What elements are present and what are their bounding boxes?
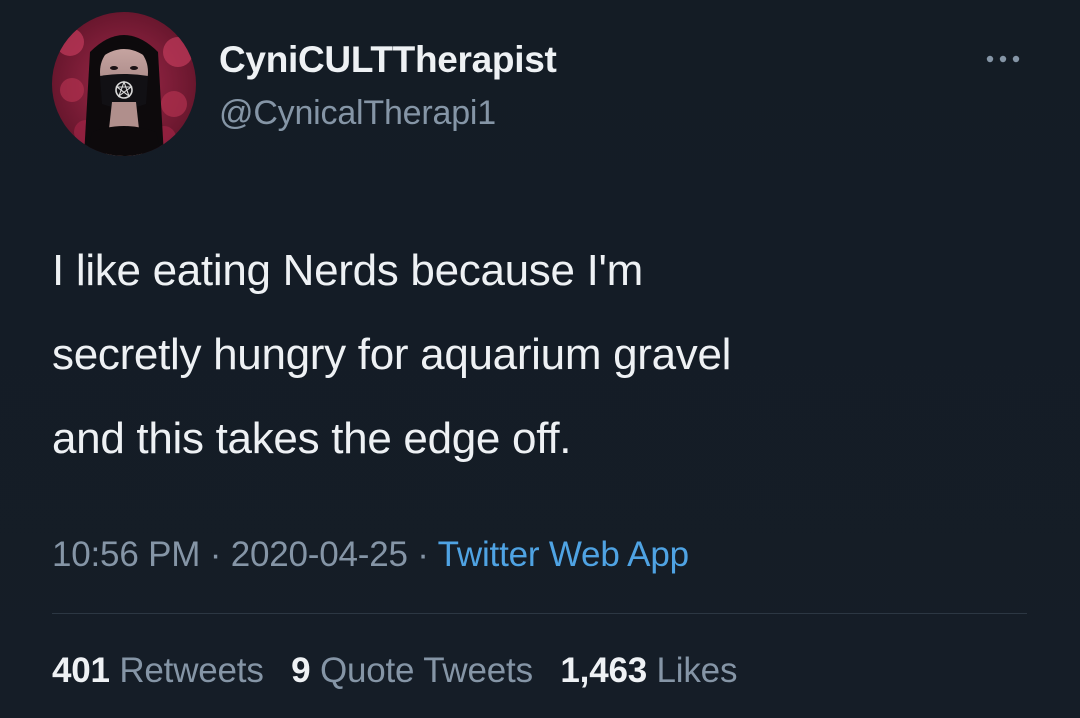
likes-count: 1,463 — [560, 651, 647, 690]
tweet-time[interactable]: 10:56 PM — [52, 535, 200, 574]
meta-separator: · — [200, 535, 231, 574]
meta-separator: · — [407, 535, 438, 574]
quote-tweets-count: 9 — [291, 651, 311, 690]
quote-tweets-label: Quote Tweets — [319, 651, 533, 690]
more-options-icon — [986, 55, 1020, 63]
avatar-image — [52, 12, 196, 156]
tweet-date[interactable]: 2020-04-25 — [231, 535, 408, 574]
retweets-stat[interactable]: 401 Retweets — [52, 649, 264, 693]
tweet-text: I like eating Nerds because I'm secretly… — [52, 246, 732, 463]
tweet-card: CyniCULTTherapist @CynicalTherapi1 I lik… — [0, 0, 1080, 718]
divider — [52, 613, 1027, 614]
tweet-source-link[interactable]: Twitter Web App — [438, 535, 689, 574]
likes-stat[interactable]: 1,463 Likes — [560, 649, 737, 693]
retweets-count: 401 — [52, 651, 110, 690]
likes-label: Likes — [656, 651, 738, 690]
tweet-stats: 401 Retweets 9 Quote Tweets 1,463 Likes — [52, 649, 755, 693]
user-avatar[interactable] — [52, 12, 196, 156]
author-display-name[interactable]: CyniCULTTherapist — [219, 40, 557, 80]
more-options-button[interactable] — [980, 44, 1026, 74]
author-handle[interactable]: @CynicalTherapi1 — [219, 94, 496, 132]
quote-tweets-stat[interactable]: 9 Quote Tweets — [291, 649, 533, 693]
retweets-label: Retweets — [119, 651, 264, 690]
tweet-metadata: 10:56 PM · 2020-04-25 · Twitter Web App — [52, 533, 689, 577]
